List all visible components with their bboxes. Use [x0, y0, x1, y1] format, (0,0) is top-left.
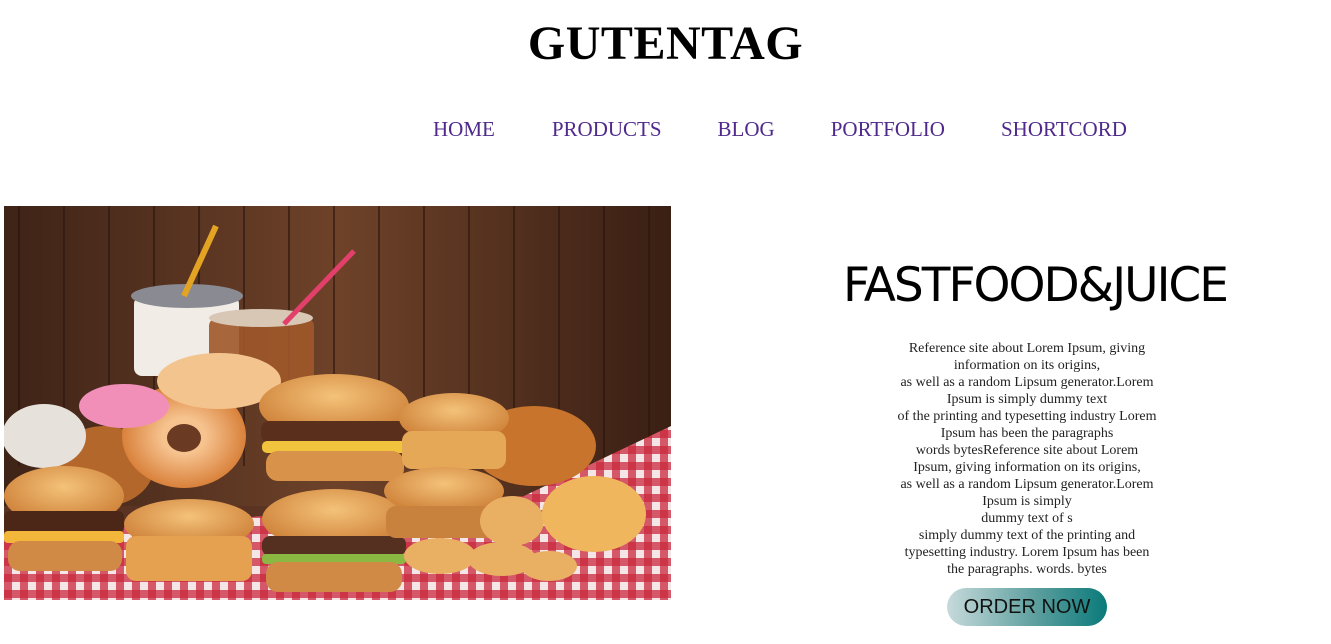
description-line: information on its origins, [953, 358, 1101, 373]
main-nav: HOME PRODUCTS BLOG PORTFOLIO SHORTCORD [433, 114, 1127, 144]
description-line: words bytesReference site about Lorem [915, 443, 1139, 458]
nav-home[interactable]: HOME [433, 114, 495, 144]
description-line: Ipsum has been the paragraphs [940, 426, 1114, 441]
order-now-button[interactable]: ORDER NOW [947, 588, 1107, 626]
description-line: the paragraphs. words. bytes [947, 562, 1107, 577]
description-line: Ipsum is simply dummy text [946, 392, 1108, 407]
nav-products[interactable]: PRODUCTS [552, 114, 662, 144]
description-line: dummy text of s [981, 511, 1073, 526]
nav-blog[interactable]: BLOG [718, 114, 775, 144]
description-line: as well as a random Lipsum generator.Lor… [900, 375, 1154, 390]
description-line: Ipsum, giving information on its origins… [913, 460, 1141, 475]
site-title: GUTENTAG [527, 17, 804, 70]
description-line: Reference site about Lorem Ipsum, giving [908, 341, 1146, 356]
nav-shortcord[interactable]: SHORTCORD [1001, 114, 1127, 144]
hero-food-image [4, 206, 671, 600]
description-line: as well as a random Lipsum generator.Lor… [900, 477, 1154, 492]
headline: FASTFOOD&JUICE [843, 258, 1229, 313]
nav-portfolio[interactable]: PORTFOLIO [831, 114, 945, 144]
description-line: Ipsum is simply [982, 494, 1072, 509]
description-text: Reference site about Lorem Ipsum, giving… [884, 340, 1170, 578]
description-line: of the printing and typesetting industry… [897, 409, 1157, 424]
description-line: simply dummy text of the printing and [918, 528, 1136, 543]
description-line: typesetting industry. Lorem Ipsum has be… [904, 545, 1150, 560]
